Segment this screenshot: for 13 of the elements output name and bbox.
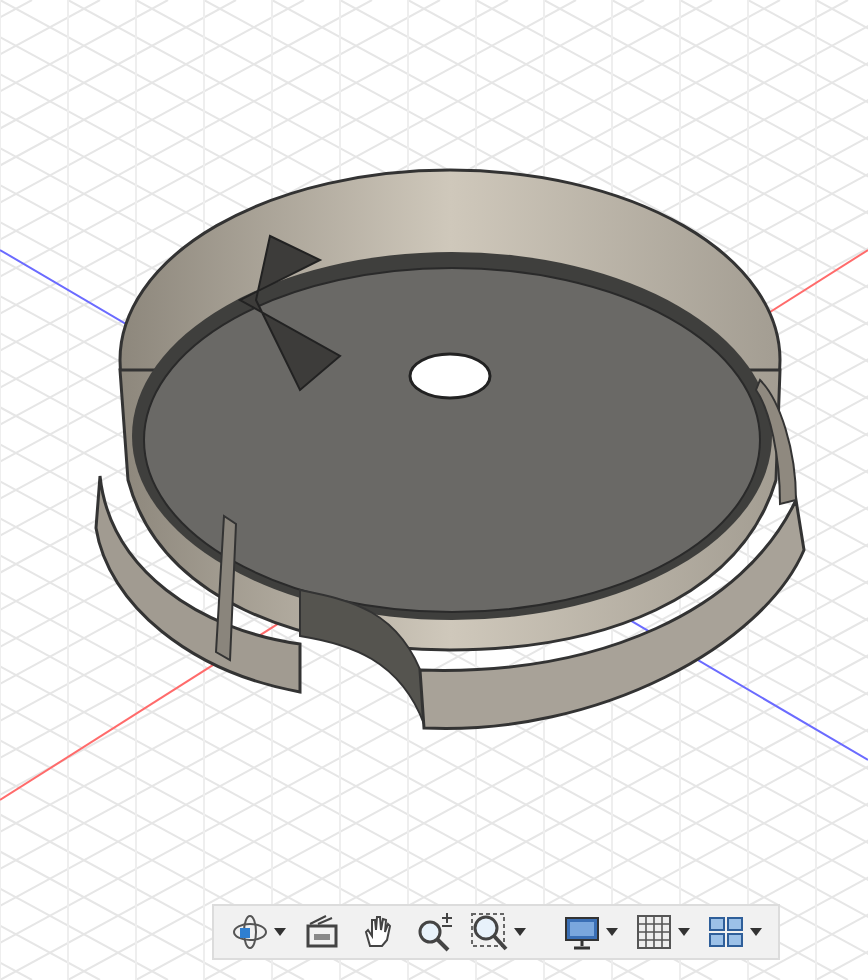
caret-icon [606,928,618,936]
orbit-icon [230,912,270,952]
look-at-icon [302,912,342,952]
fit-button[interactable] [466,908,530,956]
zoom-window-icon [470,912,510,952]
caret-icon [750,928,762,936]
grid-icon [634,912,674,952]
caret-icon [514,928,526,936]
zoom-icon [414,912,454,952]
caret-icon [274,928,286,936]
viewports-icon [706,912,746,952]
caret-icon [678,928,690,936]
monitor-icon [562,912,602,952]
